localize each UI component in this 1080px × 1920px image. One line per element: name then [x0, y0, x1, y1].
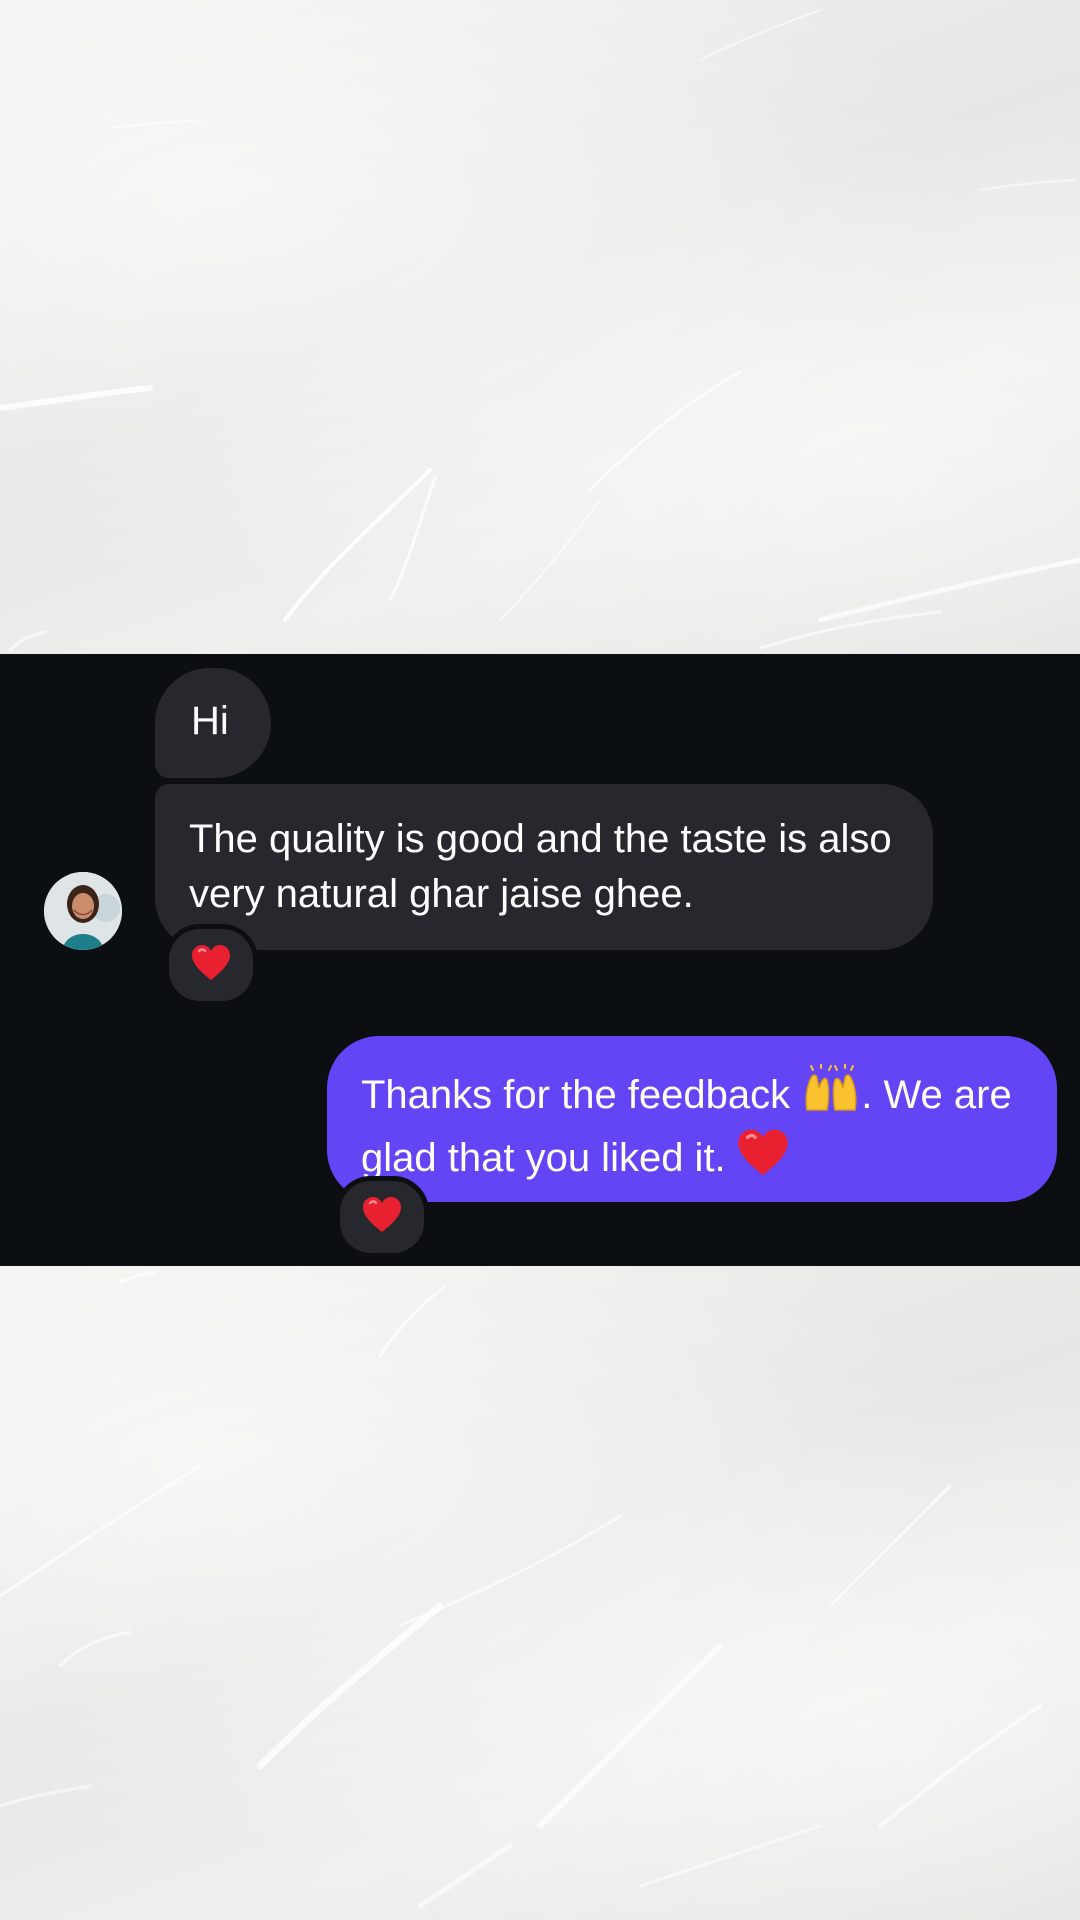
raised-hands-icon — [801, 1063, 861, 1129]
heart-icon — [191, 945, 231, 986]
heart-icon — [362, 1197, 402, 1238]
chat-panel: Hi The quality is good and the taste is … — [0, 654, 1080, 1266]
incoming-message-bubble[interactable]: The quality is good and the taste is als… — [155, 784, 933, 950]
message-reaction[interactable] — [164, 924, 258, 1006]
incoming-message-bubble[interactable]: Hi — [155, 668, 271, 778]
avatar[interactable] — [44, 872, 122, 950]
message-text: The quality is good and the taste is als… — [189, 817, 892, 916]
heart-icon — [737, 1129, 789, 1192]
message-reaction[interactable] — [335, 1176, 429, 1258]
outgoing-message-bubble[interactable]: Thanks for the feedback . We are glad th… — [327, 1036, 1057, 1202]
message-text: Hi — [191, 699, 229, 743]
marble-background-top — [0, 0, 1080, 654]
message-text-part: Thanks for the feedback — [361, 1073, 802, 1117]
marble-background-bottom — [0, 1266, 1080, 1920]
